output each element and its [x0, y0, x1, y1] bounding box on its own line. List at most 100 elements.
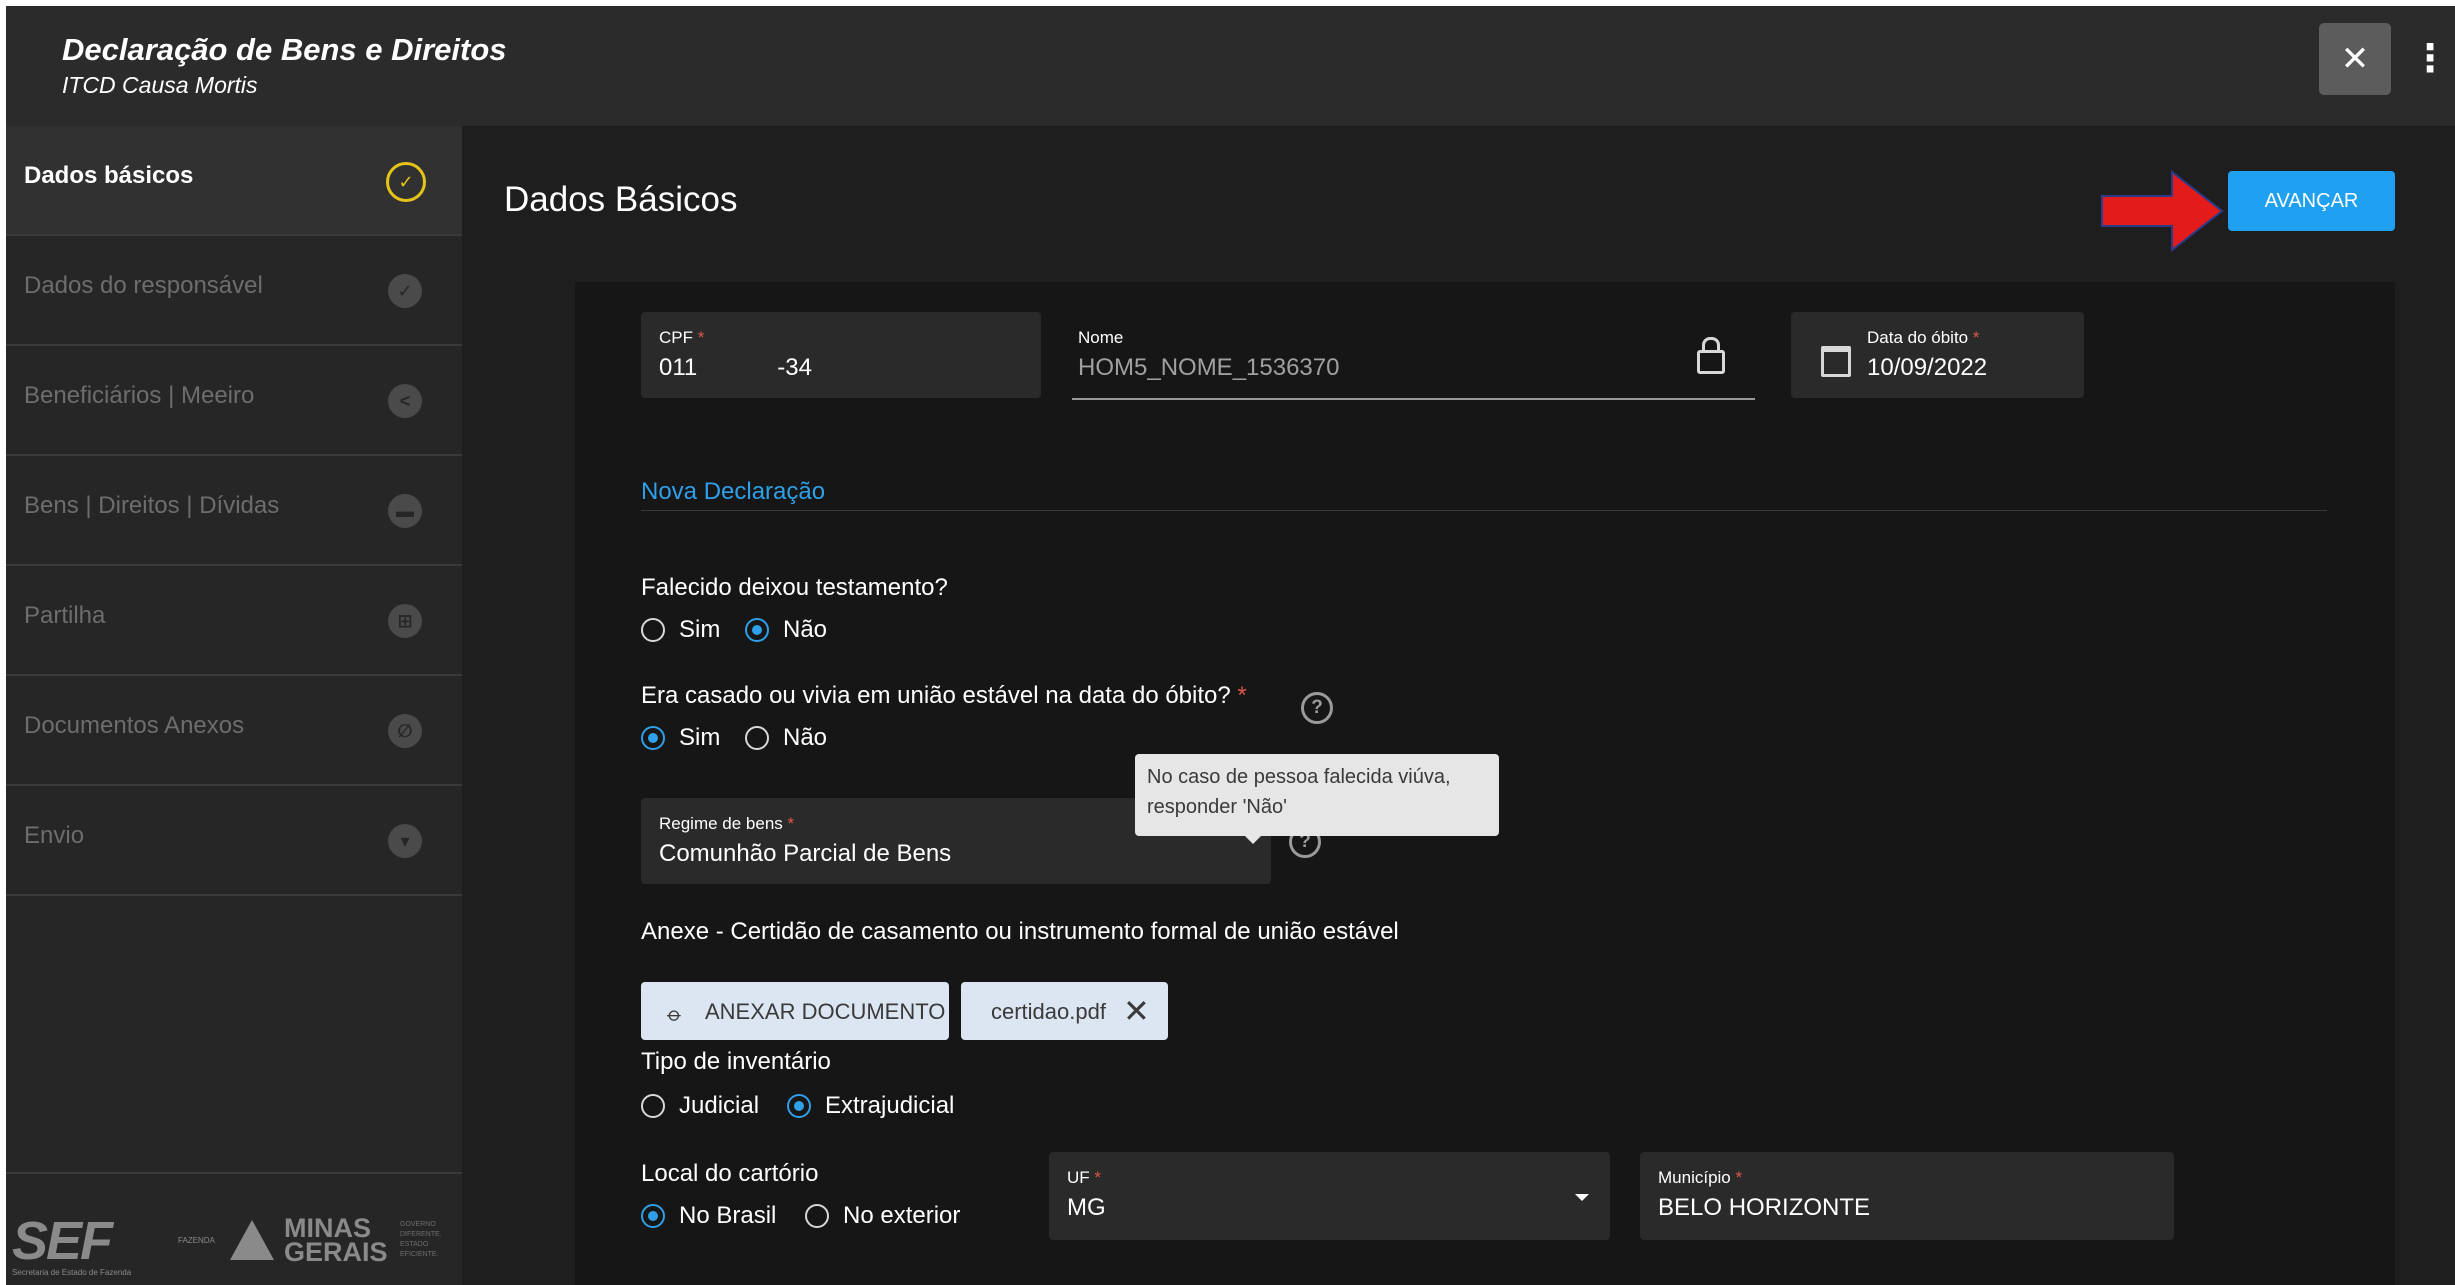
sidebar-item-documentos[interactable]: Documentos Anexos ∅	[6, 676, 462, 786]
local-brasil-radio[interactable]: No Brasil	[641, 1202, 776, 1230]
government-slogan: GOVERNO DIFERENTE. ESTADO EFICIENTE.	[400, 1221, 442, 1258]
required-marker: *	[1094, 1168, 1102, 1187]
attach-document-label: ANEXAR DOCUMENTO	[705, 999, 946, 1024]
data-obito-label: Data do óbito *	[1867, 328, 1980, 348]
share-icon: <	[388, 384, 422, 418]
nome-value: HOM5_NOME_1536370	[1078, 354, 1340, 381]
paperclip-icon: ⌀	[662, 1002, 687, 1027]
uf-label: UF *	[1067, 1168, 1101, 1188]
sidebar-item-bens[interactable]: Bens | Direitos | Dívidas ▬	[6, 456, 462, 566]
mg-logo-line2: GERAIS	[284, 1237, 388, 1267]
table-icon: ⊞	[388, 604, 422, 638]
data-obito-field[interactable]: Data do óbito * 10/09/2022	[1791, 312, 2084, 398]
remove-file-icon[interactable]: ✕	[1123, 992, 1150, 1030]
radio-unchecked-icon	[641, 1094, 665, 1118]
sidebar: Dados básicos ✓ Dados do responsável ✓ B…	[6, 126, 462, 1285]
local-exterior-radio[interactable]: No exterior	[805, 1202, 960, 1230]
sef-logo: SEF	[12, 1211, 113, 1271]
municipio-value: BELO HORIZONTE	[1658, 1194, 1871, 1221]
fazenda-label: FAZENDA	[178, 1236, 215, 1245]
paperclip-icon: ∅	[388, 714, 422, 748]
radio-label: Sim	[679, 616, 721, 643]
regime-bens-label: Regime de bens *	[659, 814, 794, 834]
data-obito-value: 10/09/2022	[1867, 354, 1988, 381]
radio-label: Judicial	[679, 1092, 760, 1119]
sidebar-item-dados-basicos[interactable]: Dados básicos ✓	[6, 126, 462, 236]
more-menu-icon[interactable]: ⋮	[2411, 32, 2449, 86]
radio-checked-icon	[787, 1094, 811, 1118]
close-button[interactable]: ✕	[2319, 23, 2391, 95]
app-title: Declaração de Bens e Direitos	[62, 32, 507, 67]
check-circle-icon: ✓	[386, 162, 426, 202]
radio-unchecked-icon	[641, 618, 665, 642]
nome-field: Nome HOM5_NOME_1536370	[1072, 312, 1755, 400]
required-marker: *	[1735, 1168, 1743, 1187]
radio-label: Extrajudicial	[825, 1092, 955, 1119]
radio-unchecked-icon	[745, 726, 769, 750]
advance-button[interactable]: AVANÇAR	[2228, 171, 2395, 231]
required-marker: *	[697, 328, 705, 347]
file-name: certidao.pdf	[991, 999, 1106, 1024]
send-icon: ▾	[388, 824, 422, 858]
sidebar-item-dados-responsavel[interactable]: Dados do responsável ✓	[6, 236, 462, 346]
sidebar-item-label: Dados básicos	[24, 162, 194, 189]
anexo-label: Anexe - Certidão de casamento ou instrum…	[641, 918, 1399, 945]
help-icon[interactable]: ?	[1301, 692, 1333, 724]
sidebar-item-beneficiarios[interactable]: Beneficiários | Meeiro <	[6, 346, 462, 456]
cpf-label-text: CPF	[659, 328, 693, 347]
radio-checked-icon	[745, 618, 769, 642]
section-title: Nova Declaração	[641, 478, 826, 505]
testamento-sim-radio[interactable]: Sim	[641, 616, 720, 644]
tooltip: No caso de pessoa falecida viúva, respon…	[1135, 754, 1499, 844]
form-content: CPF * 011 -34 Nome HOM5_NOME_1536370 Dat…	[575, 282, 2395, 1285]
sidebar-item-label: Partilha	[24, 602, 106, 629]
sidebar-item-label: Documentos Anexos	[24, 712, 245, 739]
section-divider	[641, 510, 2327, 511]
sidebar-item-label: Beneficiários | Meeiro	[24, 382, 255, 409]
check-icon: ✓	[388, 274, 422, 308]
cpf-value: 011 -34	[659, 354, 812, 381]
radio-label: Não	[783, 724, 828, 751]
municipio-field[interactable]: Município * BELO HORIZONTE	[1640, 1152, 2174, 1240]
required-marker: *	[787, 814, 795, 833]
minas-gerais-logo: MINAS GERAIS	[284, 1215, 388, 1267]
uf-label-text: UF	[1067, 1168, 1090, 1187]
inventario-extrajudicial-radio[interactable]: Extrajudicial	[787, 1092, 954, 1120]
minas-gerais-logo-icon	[230, 1220, 274, 1260]
sidebar-item-label: Bens | Direitos | Dívidas	[24, 492, 280, 519]
casado-question: Era casado ou vivia em união estável na …	[641, 682, 1247, 710]
sidebar-item-envio[interactable]: Envio ▾	[6, 786, 462, 896]
required-marker: *	[1972, 328, 1980, 347]
calendar-icon	[1821, 346, 1851, 377]
regime-label-text: Regime de bens	[659, 814, 783, 833]
sidebar-item-label: Dados do responsável	[24, 272, 263, 299]
uf-select[interactable]: UF * MG	[1049, 1152, 1610, 1240]
casado-nao-radio[interactable]: Não	[745, 724, 827, 752]
radio-checked-icon	[641, 726, 665, 750]
municipio-label: Município *	[1658, 1168, 1742, 1188]
municipio-label-text: Município	[1658, 1168, 1731, 1187]
radio-label: No Brasil	[679, 1202, 777, 1229]
radio-label: Não	[783, 616, 828, 643]
attach-document-button[interactable]: ⌀ ANEXAR DOCUMENTO	[641, 982, 949, 1040]
required-marker: *	[1237, 682, 1247, 709]
cpf-field[interactable]: CPF * 011 -34	[641, 312, 1041, 398]
testamento-nao-radio[interactable]: Não	[745, 616, 827, 644]
main-header: Dados Básicos AVANÇAR	[462, 126, 2455, 282]
radio-label: No exterior	[843, 1202, 961, 1229]
file-chip[interactable]: certidao.pdf ✕	[961, 982, 1168, 1040]
uf-value: MG	[1067, 1194, 1106, 1221]
sef-logo-subtitle: Secretaria de Estado de Fazenda	[12, 1268, 132, 1277]
casado-sim-radio[interactable]: Sim	[641, 724, 720, 752]
testamento-question: Falecido deixou testamento?	[641, 574, 948, 601]
radio-label: Sim	[679, 724, 721, 751]
sidebar-item-partilha[interactable]: Partilha ⊞	[6, 566, 462, 676]
lock-icon	[1697, 337, 1725, 374]
casado-question-text: Era casado ou vivia em união estável na …	[641, 682, 1231, 709]
app-subtitle: ITCD Causa Mortis	[62, 72, 258, 98]
briefcase-icon: ▬	[388, 494, 422, 528]
radio-unchecked-icon	[805, 1204, 829, 1228]
inventario-judicial-radio[interactable]: Judicial	[641, 1092, 759, 1120]
local-cartorio-question: Local do cartório	[641, 1160, 819, 1187]
regime-bens-value: Comunhão Parcial de Bens	[659, 840, 952, 867]
